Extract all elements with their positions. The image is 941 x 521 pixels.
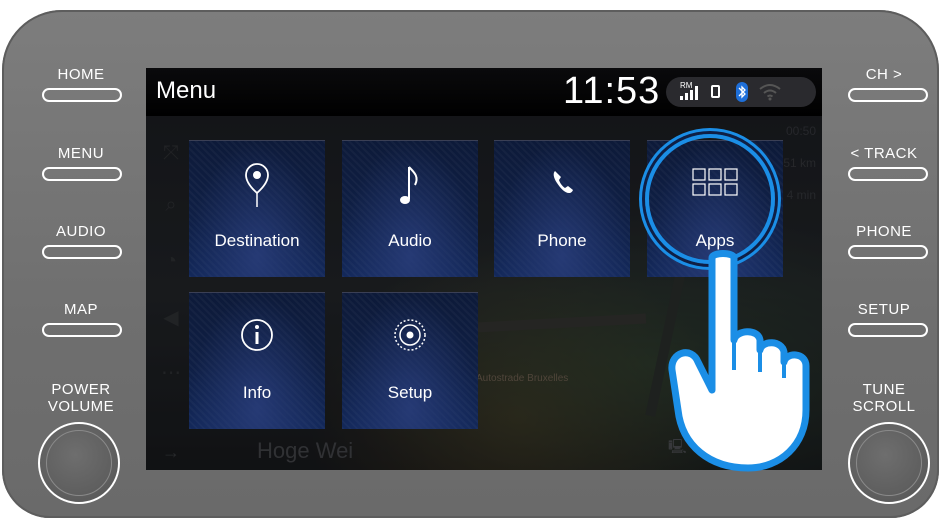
tune-label: TUNE: [862, 381, 906, 398]
tile-label-info: Info: [242, 383, 272, 402]
battery-icon: [711, 85, 720, 98]
tile-label-phone: Phone: [537, 231, 587, 250]
phone-icon: [494, 163, 630, 203]
tile-audio[interactable]: Audio: [342, 140, 478, 277]
ch-button[interactable]: [848, 88, 928, 102]
setup-hw-label: SETUP: [857, 301, 911, 318]
bluetooth-icon: [736, 82, 748, 102]
scroll-label: SCROLL: [852, 398, 916, 415]
map-button[interactable]: [42, 323, 122, 337]
phone-hw-label: PHONE: [856, 223, 912, 240]
menu-button[interactable]: [42, 167, 122, 181]
home-button[interactable]: [42, 88, 122, 102]
power-label: POWER: [51, 381, 111, 398]
audio-button[interactable]: [42, 245, 122, 259]
page-title: Menu: [156, 77, 217, 104]
tile-label-audio: Audio: [388, 231, 432, 250]
tile-label-destination: Destination: [214, 231, 300, 250]
tile-label-setup: Setup: [387, 383, 433, 402]
ch-label: CH >: [865, 66, 903, 83]
map-pin-icon: [189, 163, 325, 207]
clock: 11:53: [563, 70, 661, 112]
pointing-hand-icon: [668, 250, 810, 472]
status-indicators: RM: [666, 77, 816, 107]
setup-gear-icon: [342, 315, 478, 355]
tile-setup[interactable]: Setup: [342, 292, 478, 429]
phone-hw-button[interactable]: [848, 245, 928, 259]
track-button[interactable]: [848, 167, 928, 181]
info-icon: [189, 315, 325, 355]
track-label: < TRACK: [850, 145, 918, 162]
volume-label: VOLUME: [47, 398, 115, 415]
wifi-icon: [759, 84, 781, 101]
tile-info[interactable]: Info: [189, 292, 325, 429]
power-volume-knob[interactable]: [38, 422, 120, 504]
apps-highlight-ring: [645, 134, 775, 264]
audio-label: AUDIO: [55, 223, 106, 240]
setup-hw-button[interactable]: [848, 323, 928, 337]
tile-phone[interactable]: Phone: [494, 140, 630, 277]
map-label: MAP: [63, 301, 98, 318]
music-note-icon: [342, 163, 478, 204]
signal-icon: [680, 86, 698, 100]
status-bar: Menu 11:53 RM: [146, 68, 822, 116]
tune-scroll-knob[interactable]: [848, 422, 930, 504]
menu-label: MENU: [57, 145, 105, 162]
tile-destination[interactable]: Destination: [189, 140, 325, 277]
home-label: HOME: [57, 66, 105, 83]
